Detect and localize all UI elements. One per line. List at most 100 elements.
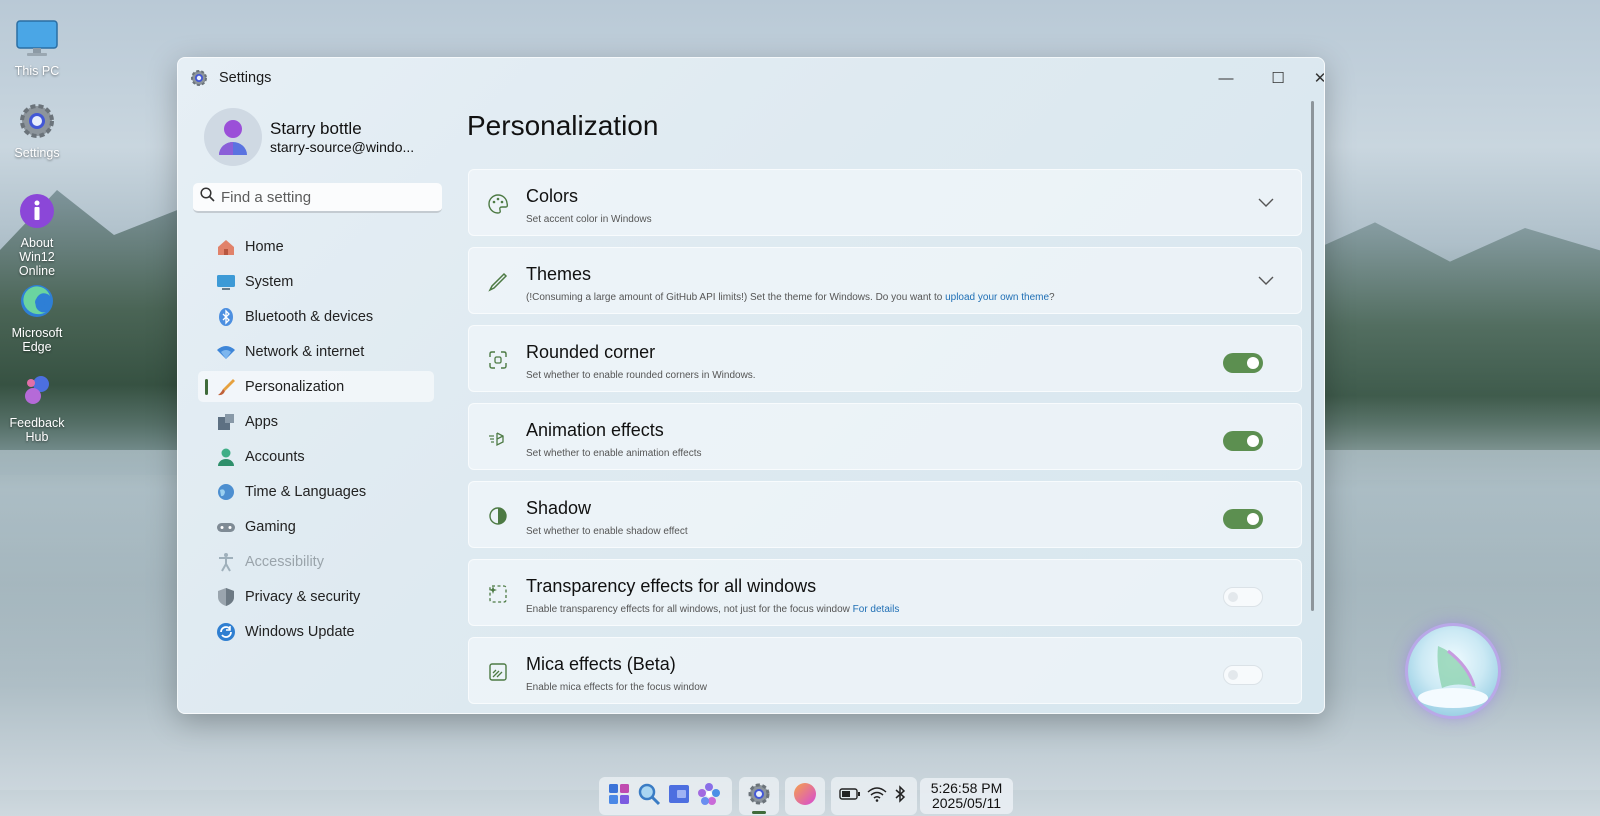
upload-theme-link[interactable]: upload your own theme	[945, 292, 1049, 303]
feedback-icon	[14, 370, 60, 412]
file-explorer-icon[interactable]	[667, 782, 691, 811]
widgets-flower-icon[interactable]	[697, 782, 721, 811]
setting-colors[interactable]: Colors Set accent color in Windows	[468, 169, 1302, 236]
battery-icon	[839, 787, 861, 806]
animation-icon	[487, 427, 509, 449]
globe-icon	[216, 482, 236, 502]
setting-description: Set whether to enable rounded corners in…	[526, 370, 756, 381]
profile-email: starry-source@windo...	[270, 139, 415, 155]
mica-icon	[487, 661, 509, 683]
desktop-icon-about[interactable]: About Win12 Online	[4, 190, 70, 278]
setting-title: Rounded corner	[526, 342, 656, 362]
sidebar-item-apps[interactable]: Apps	[198, 406, 434, 437]
clock-time: 5:26:58 PM	[930, 780, 1003, 796]
active-app-indicator	[752, 811, 766, 814]
taskbar-clock[interactable]: 5:26:58 PM 2025/05/11	[920, 778, 1013, 814]
maximize-button[interactable]: ☐	[1260, 64, 1296, 92]
page-title: Personalization	[467, 110, 659, 141]
profile-name: Starry bottle	[270, 119, 362, 138]
sidebar-item-label: Windows Update	[245, 623, 355, 640]
sidebar-item-network[interactable]: Network & internet	[198, 336, 434, 367]
settings-gear-icon	[190, 69, 208, 87]
chevron-down-icon[interactable]	[1257, 274, 1275, 292]
sidebar-item-system[interactable]: System	[198, 266, 434, 297]
sidebar-item-gaming[interactable]: Gaming	[198, 511, 434, 542]
setting-transparency[interactable]: Transparency effects for all windows Ena…	[468, 559, 1302, 626]
avatar[interactable]	[204, 108, 262, 166]
shadow-toggle[interactable]	[1223, 509, 1263, 529]
sidebar-item-label: Gaming	[245, 518, 296, 535]
pen-icon	[487, 271, 509, 293]
setting-title: Themes	[526, 264, 592, 284]
desktop-icon-settings[interactable]: Settings	[4, 100, 70, 160]
setting-animation-effects[interactable]: Animation effects Set whether to enable …	[468, 403, 1302, 470]
taskbar-orb-app[interactable]	[785, 777, 825, 815]
wifi-icon	[216, 342, 236, 362]
desktop-icon-label: About Win12 Online	[18, 236, 56, 278]
setting-description: (!Consuming a large amount of GitHub API…	[526, 292, 1055, 303]
scrollbar[interactable]	[1311, 101, 1314, 611]
accounts-icon	[216, 447, 236, 467]
sidebar-item-accessibility[interactable]: Accessibility	[198, 546, 434, 577]
gear-icon	[747, 782, 771, 811]
shadow-icon	[487, 505, 509, 527]
search-input[interactable]	[221, 188, 431, 206]
animation-effects-toggle[interactable]	[1223, 431, 1263, 451]
close-button[interactable]: ✕	[1302, 64, 1324, 92]
setting-description: Enable transparency effects for all wind…	[526, 604, 900, 615]
setting-shadow[interactable]: Shadow Set whether to enable shadow effe…	[468, 481, 1302, 548]
gamepad-icon	[216, 517, 236, 537]
wifi-icon	[867, 786, 887, 807]
rounded-corner-icon	[487, 349, 509, 371]
setting-mica-effects[interactable]: Mica effects (Beta) Enable mica effects …	[468, 637, 1302, 704]
system-icon	[216, 272, 236, 292]
sidebar-item-label: Apps	[245, 413, 279, 430]
taskbar-settings-app[interactable]	[739, 777, 779, 815]
system-tray[interactable]	[831, 777, 917, 815]
home-icon	[216, 237, 236, 257]
accessibility-icon	[216, 552, 236, 572]
chevron-down-icon[interactable]	[1257, 196, 1275, 214]
desktop-icon-label: Feedback Hub	[9, 416, 65, 444]
start-icon[interactable]	[607, 782, 631, 811]
desktop-icon-edge[interactable]: Microsoft Edge	[4, 280, 70, 354]
sidebar-item-label: Personalization	[245, 378, 345, 395]
wallpaper-mountain-right	[1300, 222, 1600, 480]
info-icon	[14, 190, 60, 232]
mica-effects-toggle[interactable]	[1223, 665, 1263, 685]
rounded-corner-toggle[interactable]	[1223, 353, 1263, 373]
sidebar-item-home[interactable]: Home	[198, 231, 434, 262]
clock-date: 2025/05/11	[931, 795, 1002, 811]
sidebar-item-label: Bluetooth & devices	[245, 308, 374, 325]
sidebar-item-privacy[interactable]: Privacy & security	[198, 581, 434, 612]
sidebar-item-label: Time & Languages	[245, 483, 367, 500]
sidebar-item-bluetooth[interactable]: Bluetooth & devices	[198, 301, 434, 332]
sidebar-item-accounts[interactable]: Accounts	[198, 441, 434, 472]
setting-title: Animation effects	[526, 420, 664, 440]
setting-description: Enable mica effects for the focus window	[526, 682, 708, 693]
setting-title: Transparency effects for all windows	[526, 576, 817, 596]
setting-title: Shadow	[526, 498, 592, 518]
desktop-icon-this-pc[interactable]: This PC	[4, 18, 70, 78]
colorful-orb-icon	[793, 782, 817, 811]
for-details-link[interactable]: For details	[853, 604, 900, 615]
copilot-orb-icon[interactable]	[1408, 626, 1498, 716]
setting-description: Set whether to enable animation effects	[526, 448, 702, 459]
sidebar-item-time-language[interactable]: Time & Languages	[198, 476, 434, 507]
transparency-toggle[interactable]	[1223, 587, 1263, 607]
title-bar[interactable]: Settings — ☐ ✕	[178, 58, 1324, 98]
desktop-icon-feedback-hub[interactable]: Feedback Hub	[4, 370, 70, 444]
search-icon[interactable]	[637, 782, 661, 811]
sidebar-nav: Home System Bluetooth & devices Network …	[198, 231, 434, 651]
edge-icon	[14, 280, 60, 322]
search-box[interactable]	[193, 183, 442, 213]
setting-themes[interactable]: Themes (!Consuming a large amount of Git…	[468, 247, 1302, 314]
desktop-icon-label: Settings	[14, 146, 60, 160]
window-title: Settings	[219, 70, 272, 86]
update-icon	[216, 622, 236, 642]
sidebar-item-personalization[interactable]: Personalization	[198, 371, 434, 402]
setting-rounded-corner[interactable]: Rounded corner Set whether to enable rou…	[468, 325, 1302, 392]
sidebar-item-windows-update[interactable]: Windows Update	[198, 616, 434, 647]
minimize-button[interactable]: —	[1208, 64, 1244, 92]
desktop-icon-label: This PC	[14, 64, 60, 78]
